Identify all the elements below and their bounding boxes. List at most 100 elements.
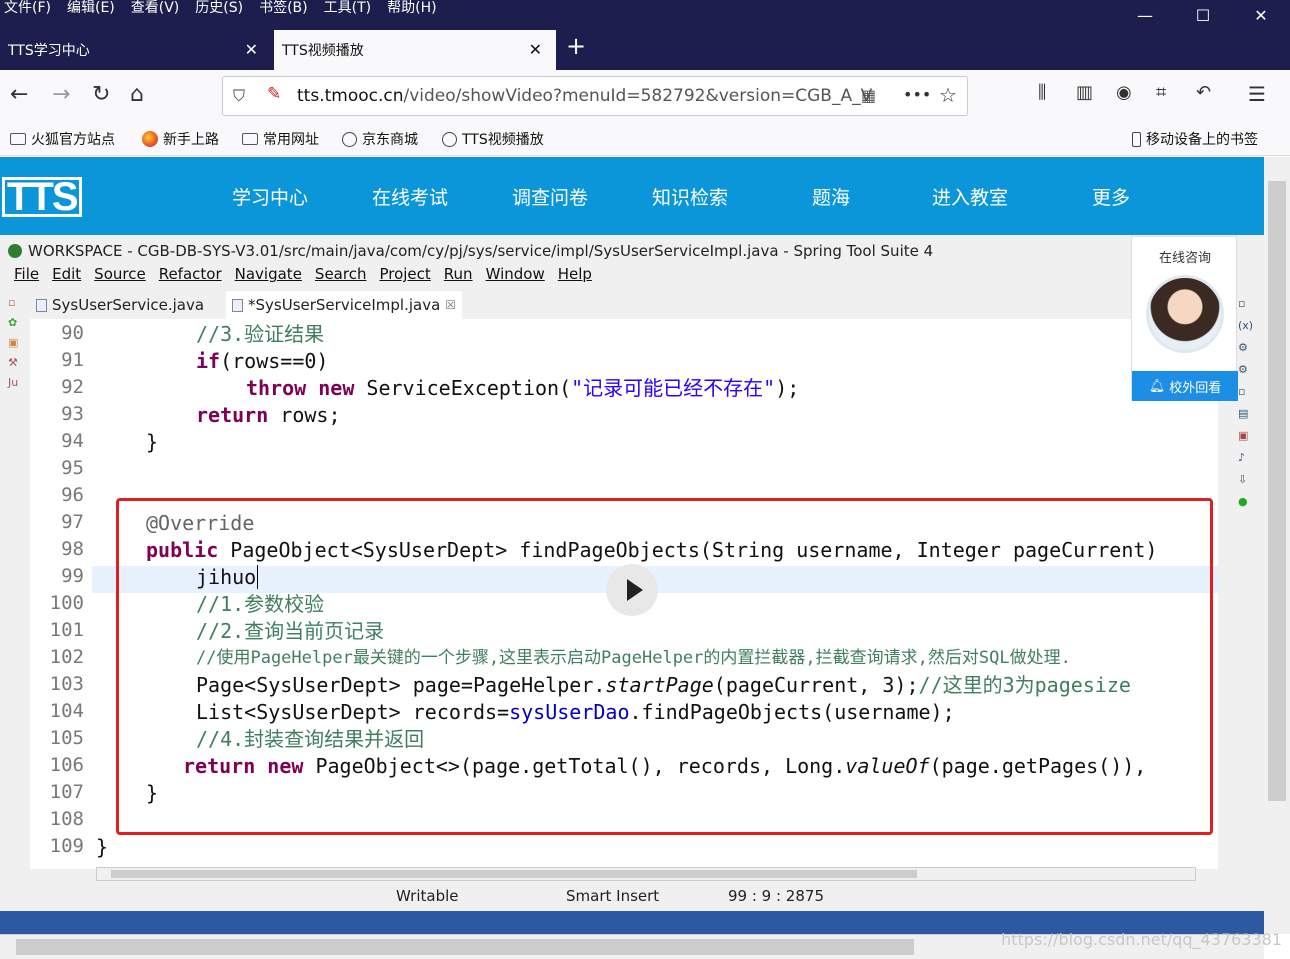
line-number: 94 bbox=[61, 430, 84, 452]
hamburger-menu-icon[interactable]: ☰ bbox=[1248, 82, 1266, 106]
line-number: 98 bbox=[61, 538, 84, 560]
bookmark-item[interactable]: TTS视频播放 bbox=[442, 129, 544, 149]
folder-icon bbox=[10, 133, 26, 145]
page-vertical-scrollbar[interactable] bbox=[1264, 157, 1290, 934]
bookmark-item[interactable]: 常用网址 bbox=[242, 129, 319, 149]
toolbar-icon[interactable]: ⚙ bbox=[1238, 337, 1258, 359]
tab-tts-video[interactable]: TTS视频播放 ✕ bbox=[274, 30, 556, 70]
editor-tab-sysuserservice[interactable]: SysUserService.java bbox=[36, 291, 204, 319]
play-button[interactable] bbox=[606, 564, 658, 616]
toolbar-icon[interactable]: ▫ bbox=[8, 293, 30, 313]
qr-code-icon[interactable]: ▦ bbox=[861, 86, 876, 105]
site-nav-enter-classroom[interactable]: 进入教室 bbox=[932, 183, 1008, 210]
eclipse-menu-navigate[interactable]: Navigate bbox=[235, 265, 302, 283]
tab-tts-learning-center[interactable]: TTS学习中心 ✕ bbox=[0, 30, 272, 70]
toolbar-icon[interactable]: ⇩ bbox=[1238, 469, 1258, 491]
toolbar-icon[interactable]: ⚙ bbox=[1238, 359, 1258, 381]
site-nav-knowledge-search[interactable]: 知识检索 bbox=[652, 183, 728, 210]
site-nav-online-exam[interactable]: 在线考试 bbox=[372, 183, 448, 210]
code-text: (rows==0) bbox=[220, 349, 329, 373]
eclipse-menu-window[interactable]: Window bbox=[486, 265, 545, 283]
tab-strip: TTS学习中心 ✕ TTS视频播放 ✕ + bbox=[0, 30, 1290, 70]
menu-edit[interactable]: 编辑(E) bbox=[67, 0, 115, 17]
back-button[interactable]: ← bbox=[10, 82, 28, 107]
editor-scroll-thumb[interactable] bbox=[111, 870, 917, 878]
code-line: } bbox=[146, 429, 158, 456]
home-button[interactable]: ⌂ bbox=[130, 82, 144, 107]
toolbar-icon[interactable]: ▤ bbox=[1238, 403, 1258, 425]
site-nav-more[interactable]: 更多 bbox=[1092, 183, 1130, 210]
eclipse-menu-search[interactable]: Search bbox=[315, 265, 367, 283]
toolbar-icon[interactable]: ⚒ bbox=[8, 353, 30, 373]
close-window-button[interactable]: ✕ bbox=[1232, 0, 1290, 30]
toolbar-icon[interactable]: ▫ bbox=[1238, 381, 1258, 403]
line-number: 103 bbox=[49, 673, 84, 695]
screenshot-icon[interactable]: ⌗ bbox=[1156, 82, 1166, 103]
url-text[interactable]: tts.tmooc.cn/video/showVideo?menuId=5827… bbox=[297, 86, 872, 106]
forward-button[interactable]: → bbox=[52, 82, 70, 107]
site-nav-survey[interactable]: 调查问卷 bbox=[512, 183, 588, 210]
toolbar-icon[interactable]: ● bbox=[1238, 491, 1258, 513]
tab-close-icon[interactable]: ✕ bbox=[245, 40, 258, 59]
menu-view[interactable]: 查看(V) bbox=[131, 0, 180, 17]
bookmark-item[interactable]: 京东商城 bbox=[342, 129, 418, 149]
toolbar-icon[interactable]: ♪ bbox=[1238, 447, 1258, 469]
bookmark-label: 常用网址 bbox=[263, 132, 319, 148]
mobile-bookmarks[interactable]: 移动设备上的书签 bbox=[1132, 129, 1258, 149]
library-icon[interactable]: ⫼ bbox=[1038, 82, 1046, 103]
editor-horizontal-scrollbar[interactable] bbox=[96, 867, 1196, 881]
bookmark-item[interactable]: 火狐官方站点 bbox=[10, 129, 115, 149]
eclipse-menu-run[interactable]: Run bbox=[444, 265, 473, 283]
tab-close-icon[interactable]: ✕ bbox=[529, 40, 542, 59]
undo-icon[interactable]: ↶ bbox=[1196, 82, 1211, 103]
callback-button[interactable]: 🔔︎ 校外回看 bbox=[1132, 371, 1238, 401]
page-actions-button[interactable]: ••• bbox=[903, 85, 931, 104]
bookmark-item[interactable]: 新手上路 bbox=[142, 129, 219, 149]
eclipse-menu-refactor[interactable]: Refactor bbox=[159, 265, 222, 283]
eclipse-menu-source[interactable]: Source bbox=[94, 265, 146, 283]
eclipse-menu-edit[interactable]: Edit bbox=[52, 265, 81, 283]
callback-label: 校外回看 bbox=[1169, 380, 1222, 396]
site-nav-question-bank[interactable]: 题海 bbox=[812, 183, 850, 210]
toolbar-icon[interactable]: ✿ bbox=[8, 313, 30, 333]
minimize-button[interactable]: — bbox=[1116, 0, 1174, 30]
line-number: 95 bbox=[61, 457, 84, 479]
line-number: 108 bbox=[49, 808, 84, 830]
eclipse-menu-project[interactable]: Project bbox=[379, 265, 430, 283]
editor-tab-sysuserserviceimpl[interactable]: *SysUserServiceImpl.java ☒ bbox=[226, 291, 463, 319]
toolbar-icon[interactable]: (x) bbox=[1238, 315, 1258, 337]
line-number: 99 bbox=[61, 565, 84, 587]
code-line: return rows; bbox=[196, 402, 341, 429]
site-nav-learning-center[interactable]: 学习中心 bbox=[232, 183, 308, 210]
page-hscroll-thumb[interactable] bbox=[16, 939, 914, 955]
menu-tools[interactable]: 工具(T) bbox=[324, 0, 371, 17]
maximize-button[interactable]: ☐ bbox=[1174, 0, 1232, 30]
site-header: TTS 学习中心 在线考试 调查问卷 知识检索 题海 进入教室 更多 bbox=[0, 157, 1264, 235]
bookmark-star-icon[interactable]: ☆ bbox=[939, 83, 957, 107]
avatar bbox=[1146, 275, 1224, 353]
junit-icon[interactable]: Ju bbox=[8, 373, 30, 393]
line-number: 97 bbox=[61, 511, 84, 533]
toolbar-icon[interactable]: ▣ bbox=[1238, 425, 1258, 447]
address-bar[interactable]: ⛉ ✎ tts.tmooc.cn/video/showVideo?menuId=… bbox=[222, 76, 968, 116]
toolbar-icon[interactable]: ▣ bbox=[8, 333, 30, 353]
menu-help[interactable]: 帮助(H) bbox=[387, 0, 436, 17]
toolbar-icon[interactable]: ▫ bbox=[1238, 293, 1258, 315]
eclipse-menu-help[interactable]: Help bbox=[558, 265, 592, 283]
editor-tab-close-icon[interactable]: ☒ bbox=[445, 298, 456, 312]
java-file-icon bbox=[232, 298, 243, 312]
online-consult-widget[interactable]: 在线咨询 🔔︎ 校外回看 bbox=[1131, 236, 1238, 401]
line-number: 91 bbox=[61, 349, 84, 371]
account-icon[interactable]: ◉ bbox=[1116, 82, 1132, 103]
menu-file[interactable]: 文件(F) bbox=[4, 0, 51, 17]
page-scroll-thumb[interactable] bbox=[1268, 181, 1286, 801]
line-number: 96 bbox=[61, 484, 84, 506]
menu-bookmarks[interactable]: 书签(B) bbox=[259, 0, 308, 17]
menu-history[interactable]: 历史(S) bbox=[195, 0, 243, 17]
tts-logo[interactable]: TTS bbox=[2, 175, 82, 220]
mobile-bookmarks-label: 移动设备上的书签 bbox=[1146, 132, 1258, 148]
reload-button[interactable]: ↻ bbox=[92, 82, 110, 107]
eclipse-menu-file[interactable]: File bbox=[14, 265, 39, 283]
sidebar-icon[interactable]: ▥ bbox=[1076, 82, 1093, 103]
new-tab-button[interactable]: + bbox=[566, 32, 586, 60]
